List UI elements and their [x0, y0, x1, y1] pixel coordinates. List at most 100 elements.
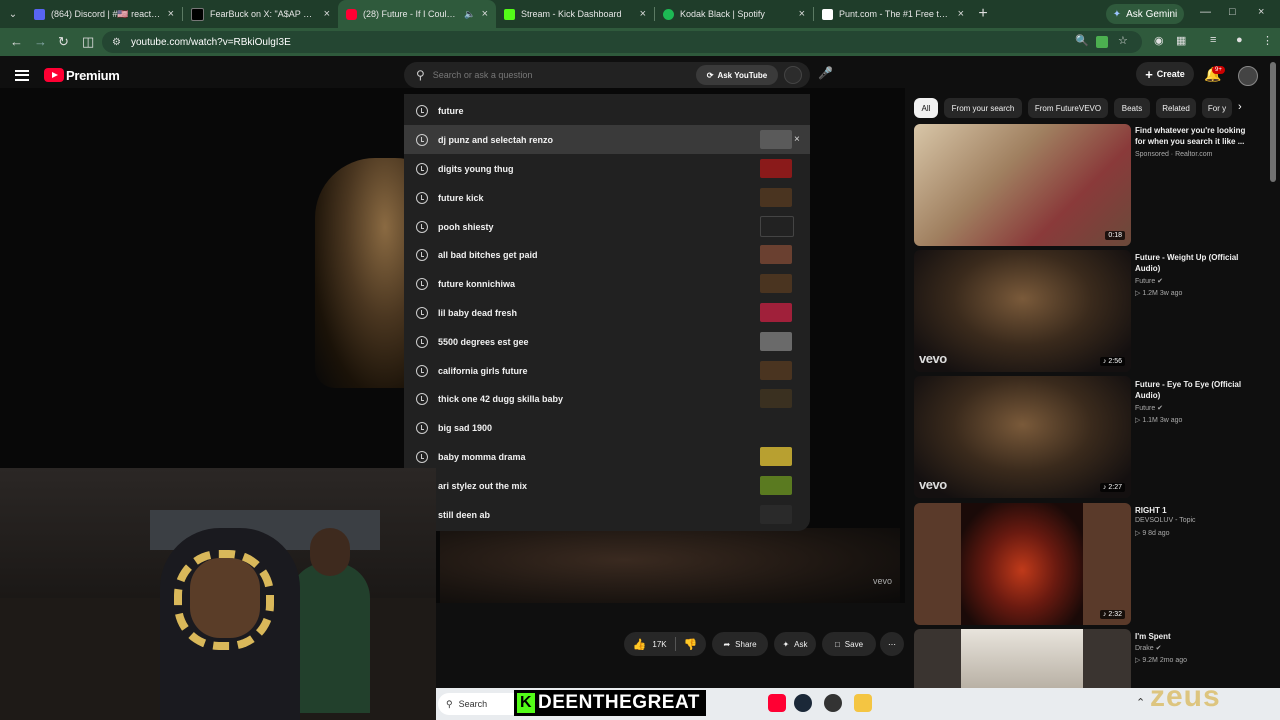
suggestion-text: baby momma drama — [438, 451, 526, 462]
rec-title[interactable]: Future - Eye To Eye (Official Audio) — [1135, 379, 1247, 401]
suggestion-item[interactable]: future kick — [404, 183, 810, 212]
thumbs-down-icon[interactable]: 👎 — [684, 638, 698, 651]
close-icon[interactable]: × — [324, 8, 330, 20]
rec-channel: Sponsored · Realtor.com — [1135, 151, 1213, 158]
tab-search-list-icon[interactable]: ≡ — [1210, 34, 1216, 46]
ask-gemini-button[interactable]: ✦ Ask Gemini — [1106, 4, 1184, 24]
bookmark-star-icon[interactable]: ☆ — [1118, 34, 1128, 47]
suggestion-item[interactable]: still deen ab — [404, 500, 810, 529]
remove-suggestion-icon[interactable]: × — [794, 134, 800, 145]
rec-thumbnail[interactable]: vevo ♪ 2:27 — [914, 376, 1131, 498]
save-button[interactable]: □ Save — [822, 632, 876, 656]
chip-all[interactable]: All — [914, 98, 938, 118]
scrollbar[interactable] — [1270, 62, 1276, 182]
rec-thumbnail[interactable]: 0:18 — [914, 124, 1131, 246]
suggestion-item[interactable]: baby momma drama — [404, 442, 810, 471]
close-icon[interactable]: × — [482, 8, 488, 20]
site-info-icon[interactable]: ⚙ — [112, 37, 121, 48]
tray-chevron-icon[interactable]: ⌃ — [1136, 696, 1145, 709]
suggestion-item[interactable]: thick one 42 dugg skilla baby — [404, 384, 810, 413]
tab-discord[interactable]: (864) Discord | #🇺🇸 reactions × — [26, 0, 182, 28]
tab-youtube[interactable]: (28) Future - If I Could (Offi 🔈 × — [338, 0, 496, 28]
tab-title: Stream - Kick Dashboard — [521, 9, 622, 19]
folder-icon[interactable] — [854, 694, 872, 712]
suggestion-text: lil baby dead fresh — [438, 307, 518, 318]
zoom-icon[interactable]: 🔍 — [1075, 34, 1089, 47]
like-button[interactable]: 👍 17K — [633, 638, 667, 651]
history-icon — [416, 248, 428, 261]
tab-kick[interactable]: Stream - Kick Dashboard × — [496, 0, 654, 28]
chip-from-your-search[interactable]: From your search — [944, 98, 1022, 118]
suggestion-item[interactable]: future — [404, 96, 810, 125]
minimize-icon[interactable]: — — [1200, 6, 1211, 18]
forward-icon[interactable]: → — [34, 34, 47, 49]
obs-icon[interactable] — [824, 694, 842, 712]
back-icon[interactable]: ← — [10, 34, 23, 49]
album-art — [961, 629, 1083, 689]
create-button[interactable]: + Create — [1136, 62, 1194, 86]
ask-button[interactable]: ✦ Ask — [774, 632, 816, 656]
address-bar[interactable]: ⚙ youtube.com/watch?v=RBkiOulgI3E — [102, 31, 1142, 53]
speaker-icon[interactable]: 🔈 — [464, 9, 475, 20]
puzzle-icon[interactable]: ▦ — [1176, 34, 1186, 47]
rec-thumbnail[interactable]: ♪ 2:32 — [914, 503, 1131, 625]
chip-for-you[interactable]: For y — [1202, 98, 1232, 118]
tab-search-icon[interactable]: ⌄ — [0, 0, 26, 28]
suggestion-item[interactable]: lil baby dead fresh — [404, 298, 810, 327]
avatar[interactable] — [1238, 66, 1258, 86]
share-label: Share — [735, 639, 757, 649]
chevron-right-icon[interactable]: › — [1238, 101, 1242, 113]
extension-green-icon[interactable] — [1096, 36, 1108, 48]
share-button[interactable]: ➦ Share — [712, 632, 768, 656]
chip-related[interactable]: Related — [1156, 98, 1196, 118]
rec-title[interactable]: Future - Weight Up (Official Audio) — [1135, 252, 1247, 274]
tab-x[interactable]: FearBuck on X: "A$AP Rocky gi × — [183, 0, 338, 28]
new-tab-icon[interactable]: + — [972, 5, 994, 23]
address-toolbar: ← → ↻ ◫ ⚙ youtube.com/watch?v=RBkiOulgI3… — [0, 28, 1280, 56]
sparkle-icon: ⟳ — [706, 70, 714, 80]
youtube-taskbar-icon[interactable] — [768, 694, 786, 712]
suggestion-item[interactable]: 5500 degrees est gee — [404, 327, 810, 356]
youtube-premium-label[interactable]: Premium — [66, 68, 120, 83]
suggestion-item[interactable]: california girls future — [404, 356, 810, 385]
close-icon[interactable]: × — [799, 8, 805, 20]
suggestion-item[interactable]: pooh shiesty — [404, 212, 810, 241]
suggestion-item[interactable]: digits young thug — [404, 154, 810, 183]
close-icon[interactable]: × — [640, 8, 646, 20]
suggestion-item[interactable]: all bad bitches get paid — [404, 240, 810, 269]
ask-youtube-button[interactable]: ⟳ Ask YouTube — [696, 65, 778, 85]
suggestion-item[interactable]: dj punz and selectah renzo × — [404, 125, 810, 154]
suggestion-item[interactable]: ari stylez out the mix — [404, 471, 810, 500]
sidebar-icon[interactable]: ◫ — [82, 34, 94, 50]
profile-icon[interactable]: ● — [1236, 34, 1243, 46]
restore-icon[interactable]: □ — [1229, 6, 1236, 18]
menu-dots-icon[interactable]: ⋮ — [1262, 34, 1273, 47]
tab-spotify[interactable]: Kodak Black | Spotify × — [655, 0, 813, 28]
extension-icon[interactable]: ◉ — [1154, 34, 1164, 47]
tab-punt[interactable]: Punt.com - The #1 Free to Play × — [814, 0, 972, 28]
rec-title[interactable]: I'm Spent — [1135, 631, 1247, 642]
rec-thumbnail[interactable] — [914, 629, 1131, 689]
steam-icon[interactable] — [794, 694, 812, 712]
reload-icon[interactable]: ↻ — [58, 34, 69, 50]
rec-title[interactable]: Find whatever you're looking for when yo… — [1135, 125, 1247, 147]
like-divider — [674, 637, 676, 651]
rec-thumbnail[interactable]: vevo ♪ 2:56 — [914, 250, 1131, 372]
more-actions-icon[interactable]: ⋯ — [880, 632, 904, 656]
ask-label: Ask — [794, 639, 808, 649]
suggestion-item[interactable]: future konnichiwa — [404, 269, 810, 298]
close-icon[interactable]: × — [958, 8, 964, 20]
microphone-icon[interactable]: 🎤 — [818, 66, 833, 80]
search-by-image-icon[interactable] — [784, 66, 802, 84]
chip-beats[interactable]: Beats — [1114, 98, 1150, 118]
webcam-person-main-hair — [174, 550, 274, 650]
tab-title: FearBuck on X: "A$AP Rocky gi — [210, 9, 318, 19]
chip-from-futurevevo[interactable]: From FutureVEVO — [1028, 98, 1108, 118]
hamburger-menu-icon[interactable] — [15, 67, 29, 83]
suggestion-item[interactable]: big sad 1900 — [404, 413, 810, 442]
window-close-icon[interactable]: × — [1258, 6, 1264, 18]
close-icon[interactable]: × — [168, 8, 174, 20]
history-icon — [416, 392, 428, 405]
youtube-logo-icon[interactable] — [44, 68, 64, 82]
rec-title[interactable]: RIGHT 1 — [1135, 505, 1247, 516]
